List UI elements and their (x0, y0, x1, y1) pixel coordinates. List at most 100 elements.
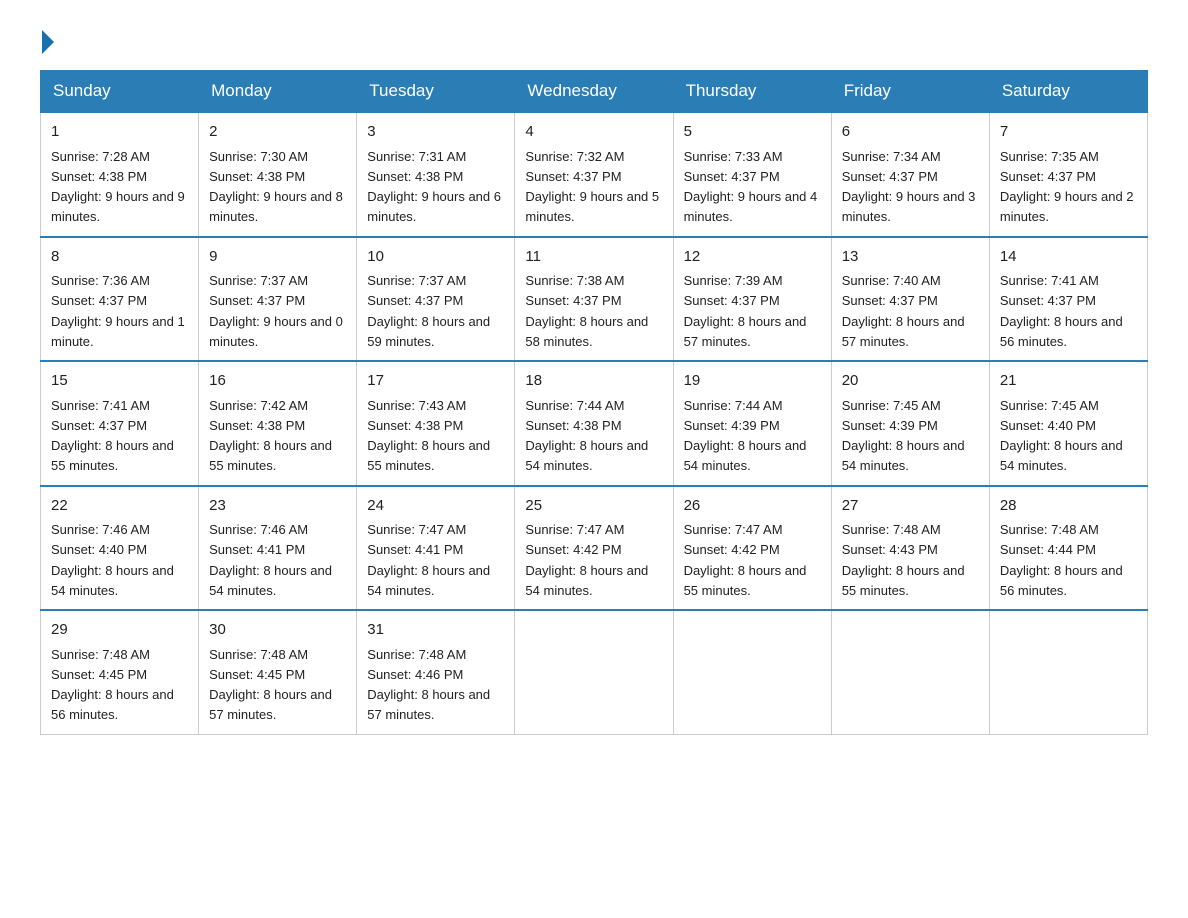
calendar-cell: 5 Sunrise: 7:33 AMSunset: 4:37 PMDaylight… (673, 112, 831, 237)
calendar-cell: 8 Sunrise: 7:36 AMSunset: 4:37 PMDaylight… (41, 237, 199, 362)
week-row-3: 15Sunrise: 7:41 AMSunset: 4:37 PMDayligh… (41, 361, 1148, 486)
calendar-cell: 11Sunrise: 7:38 AMSunset: 4:37 PMDayligh… (515, 237, 673, 362)
calendar-cell: 17 Sunrise: 7:43 AMSunset: 4:38 PMDayligh… (357, 361, 515, 486)
day-info: Sunrise: 7:28 AMSunset: 4:38 PMDaylight:… (51, 149, 185, 225)
day-number: 13 (842, 246, 979, 269)
column-header-tuesday: Tuesday (357, 71, 515, 113)
day-number: 8 (51, 246, 188, 269)
calendar-cell: 19Sunrise: 7:44 AMSunset: 4:39 PMDayligh… (673, 361, 831, 486)
column-header-monday: Monday (199, 71, 357, 113)
day-info: Sunrise: 7:47 AMSunset: 4:41 PMDaylight:… (367, 522, 490, 598)
column-header-saturday: Saturday (989, 71, 1147, 113)
day-info: Sunrise: 7:31 AMSunset: 4:38 PMDaylight:… (367, 149, 501, 225)
day-info: Sunrise: 7:41 AMSunset: 4:37 PMDaylight:… (1000, 273, 1123, 349)
column-header-friday: Friday (831, 71, 989, 113)
day-info: Sunrise: 7:36 AMSunset: 4:37 PMDaylight:… (51, 273, 185, 349)
calendar-cell: 10 Sunrise: 7:37 AMSunset: 4:37 PMDayligh… (357, 237, 515, 362)
day-info: Sunrise: 7:43 AMSunset: 4:38 PMDaylight:… (367, 398, 490, 474)
day-number: 15 (51, 370, 188, 393)
day-number: 21 (1000, 370, 1137, 393)
day-number: 19 (684, 370, 821, 393)
week-row-1: 1 Sunrise: 7:28 AMSunset: 4:38 PMDaylight… (41, 112, 1148, 237)
day-info: Sunrise: 7:48 AMSunset: 4:45 PMDaylight:… (209, 647, 332, 723)
calendar-cell: 12 Sunrise: 7:39 AMSunset: 4:37 PMDayligh… (673, 237, 831, 362)
column-header-sunday: Sunday (41, 71, 199, 113)
day-number: 7 (1000, 121, 1137, 144)
day-number: 4 (525, 121, 662, 144)
week-row-5: 29Sunrise: 7:48 AMSunset: 4:45 PMDayligh… (41, 610, 1148, 734)
day-info: Sunrise: 7:32 AMSunset: 4:37 PMDaylight:… (525, 149, 659, 225)
day-info: Sunrise: 7:37 AMSunset: 4:37 PMDaylight:… (209, 273, 343, 349)
day-number: 5 (684, 121, 821, 144)
calendar-cell: 1 Sunrise: 7:28 AMSunset: 4:38 PMDaylight… (41, 112, 199, 237)
day-number: 30 (209, 619, 346, 642)
calendar-cell: 26 Sunrise: 7:47 AMSunset: 4:42 PMDayligh… (673, 486, 831, 611)
day-number: 27 (842, 495, 979, 518)
calendar-cell: 6Sunrise: 7:34 AMSunset: 4:37 PMDaylight… (831, 112, 989, 237)
day-info: Sunrise: 7:48 AMSunset: 4:44 PMDaylight:… (1000, 522, 1123, 598)
calendar-header-row: SundayMondayTuesdayWednesdayThursdayFrid… (41, 71, 1148, 113)
day-number: 24 (367, 495, 504, 518)
day-number: 28 (1000, 495, 1137, 518)
calendar-cell: 25Sunrise: 7:47 AMSunset: 4:42 PMDayligh… (515, 486, 673, 611)
day-number: 31 (367, 619, 504, 642)
day-info: Sunrise: 7:39 AMSunset: 4:37 PMDaylight:… (684, 273, 807, 349)
day-info: Sunrise: 7:48 AMSunset: 4:43 PMDaylight:… (842, 522, 965, 598)
day-number: 11 (525, 246, 662, 269)
calendar-cell: 7 Sunrise: 7:35 AMSunset: 4:37 PMDaylight… (989, 112, 1147, 237)
day-number: 10 (367, 246, 504, 269)
day-number: 16 (209, 370, 346, 393)
calendar-cell: 4 Sunrise: 7:32 AMSunset: 4:37 PMDaylight… (515, 112, 673, 237)
calendar-cell: 27 Sunrise: 7:48 AMSunset: 4:43 PMDayligh… (831, 486, 989, 611)
calendar-cell: 18 Sunrise: 7:44 AMSunset: 4:38 PMDayligh… (515, 361, 673, 486)
calendar-cell: 28 Sunrise: 7:48 AMSunset: 4:44 PMDayligh… (989, 486, 1147, 611)
calendar-cell: 24 Sunrise: 7:47 AMSunset: 4:41 PMDayligh… (357, 486, 515, 611)
page-header (40, 30, 1148, 50)
calendar-cell (831, 610, 989, 734)
day-number: 1 (51, 121, 188, 144)
day-number: 2 (209, 121, 346, 144)
calendar-cell: 2Sunrise: 7:30 AMSunset: 4:38 PMDaylight… (199, 112, 357, 237)
calendar-cell (989, 610, 1147, 734)
day-number: 6 (842, 121, 979, 144)
calendar-cell: 3Sunrise: 7:31 AMSunset: 4:38 PMDaylight… (357, 112, 515, 237)
day-number: 9 (209, 246, 346, 269)
calendar-cell (673, 610, 831, 734)
day-info: Sunrise: 7:35 AMSunset: 4:37 PMDaylight:… (1000, 149, 1134, 225)
calendar-cell: 23 Sunrise: 7:46 AMSunset: 4:41 PMDayligh… (199, 486, 357, 611)
calendar-table: SundayMondayTuesdayWednesdayThursdayFrid… (40, 70, 1148, 735)
day-info: Sunrise: 7:44 AMSunset: 4:38 PMDaylight:… (525, 398, 648, 474)
logo-triangle-icon (42, 30, 54, 54)
day-info: Sunrise: 7:40 AMSunset: 4:37 PMDaylight:… (842, 273, 965, 349)
logo (40, 30, 54, 50)
day-number: 14 (1000, 246, 1137, 269)
day-info: Sunrise: 7:45 AMSunset: 4:40 PMDaylight:… (1000, 398, 1123, 474)
day-number: 12 (684, 246, 821, 269)
column-header-wednesday: Wednesday (515, 71, 673, 113)
week-row-4: 22Sunrise: 7:46 AMSunset: 4:40 PMDayligh… (41, 486, 1148, 611)
day-number: 26 (684, 495, 821, 518)
calendar-cell: 14 Sunrise: 7:41 AMSunset: 4:37 PMDayligh… (989, 237, 1147, 362)
calendar-cell: 30 Sunrise: 7:48 AMSunset: 4:45 PMDayligh… (199, 610, 357, 734)
week-row-2: 8 Sunrise: 7:36 AMSunset: 4:37 PMDaylight… (41, 237, 1148, 362)
day-number: 23 (209, 495, 346, 518)
day-info: Sunrise: 7:46 AMSunset: 4:40 PMDaylight:… (51, 522, 174, 598)
day-info: Sunrise: 7:47 AMSunset: 4:42 PMDaylight:… (525, 522, 648, 598)
day-info: Sunrise: 7:33 AMSunset: 4:37 PMDaylight:… (684, 149, 818, 225)
calendar-cell: 20Sunrise: 7:45 AMSunset: 4:39 PMDayligh… (831, 361, 989, 486)
day-info: Sunrise: 7:46 AMSunset: 4:41 PMDaylight:… (209, 522, 332, 598)
calendar-cell: 31Sunrise: 7:48 AMSunset: 4:46 PMDayligh… (357, 610, 515, 734)
calendar-cell (515, 610, 673, 734)
column-header-thursday: Thursday (673, 71, 831, 113)
day-info: Sunrise: 7:47 AMSunset: 4:42 PMDaylight:… (684, 522, 807, 598)
calendar-cell: 16Sunrise: 7:42 AMSunset: 4:38 PMDayligh… (199, 361, 357, 486)
calendar-cell: 9 Sunrise: 7:37 AMSunset: 4:37 PMDaylight… (199, 237, 357, 362)
day-number: 17 (367, 370, 504, 393)
day-number: 18 (525, 370, 662, 393)
day-info: Sunrise: 7:45 AMSunset: 4:39 PMDaylight:… (842, 398, 965, 474)
calendar-cell: 29Sunrise: 7:48 AMSunset: 4:45 PMDayligh… (41, 610, 199, 734)
calendar-cell: 15Sunrise: 7:41 AMSunset: 4:37 PMDayligh… (41, 361, 199, 486)
day-info: Sunrise: 7:37 AMSunset: 4:37 PMDaylight:… (367, 273, 490, 349)
calendar-cell: 13 Sunrise: 7:40 AMSunset: 4:37 PMDayligh… (831, 237, 989, 362)
day-info: Sunrise: 7:48 AMSunset: 4:45 PMDaylight:… (51, 647, 174, 723)
